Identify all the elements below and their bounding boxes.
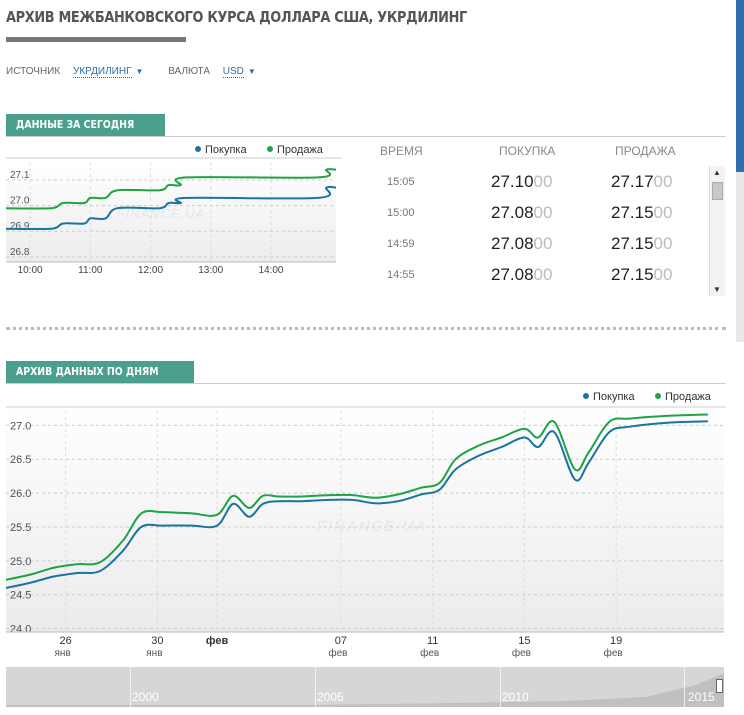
row-sell: 27.1500 <box>611 203 673 222</box>
archive-x-tick-month: янв <box>55 648 71 659</box>
source-dropdown-icon[interactable]: ▼ <box>136 67 144 76</box>
navigator-year-label: 2010 <box>502 690 529 704</box>
currency-label: ВАЛЮТА <box>168 66 210 77</box>
today-legend-marker <box>195 146 201 152</box>
table-scrollbar[interactable]: ▲ ▼ <box>709 166 725 296</box>
row-buy: 27.0800 <box>491 203 553 222</box>
archive-x-tick-month: янв <box>146 648 162 659</box>
page-title: АРХИВ МЕЖБАНКОВСКОГО КУРСА ДОЛЛАРА США, … <box>6 8 467 26</box>
col-header-time: ВРЕМЯ <box>380 144 423 158</box>
today-legend-marker <box>267 146 273 152</box>
archive-x-tick-day: 11 <box>427 635 438 647</box>
page-side-strip <box>736 0 744 172</box>
row-buy: 27.1000 <box>491 172 553 191</box>
filters-bar: ИСТОЧНИК УКРДИЛИНГ ▼ ВАЛЮТА USD ▼ <box>6 66 278 78</box>
row-time: 15:00 <box>387 207 415 219</box>
row-buy: 27.0800 <box>491 234 553 253</box>
archive-x-tick-day: 26 <box>60 635 72 647</box>
today-y-tick-label: 27.0 <box>10 196 30 207</box>
today-x-tick-label: 13:00 <box>198 265 223 276</box>
archive-x-tick-day: 19 <box>610 635 622 647</box>
today-x-tick-label: 10:00 <box>18 265 43 276</box>
navigator-year-divider <box>130 667 131 707</box>
archive-watermark: FINANCE.UA <box>317 518 428 535</box>
today-x-tick-label: 11:00 <box>78 265 103 276</box>
navigator-year-label: 2000 <box>132 690 159 704</box>
row-buy: 27.0800 <box>491 265 553 284</box>
archive-legend-marker <box>583 393 589 399</box>
today-x-tick-label: 12:00 <box>138 265 163 276</box>
archive-y-tick-label: 24.0 <box>10 624 31 636</box>
archive-x-tick-day: 30 <box>151 635 163 647</box>
today-y-tick-label: 26.9 <box>10 221 30 232</box>
archive-x-tick-day: фев <box>206 635 229 647</box>
archive-section-divider <box>6 383 726 384</box>
source-select[interactable]: УКРДИЛИНГ <box>72 66 132 78</box>
row-time: 15:05 <box>387 176 415 188</box>
archive-legend-label: Покупка <box>593 391 635 403</box>
archive-chart: 24.024.525.025.526.026.527.026янв30янвфе… <box>6 391 726 659</box>
currency-dropdown-icon[interactable]: ▼ <box>248 67 256 76</box>
row-sell: 27.1500 <box>611 265 673 284</box>
row-time: 14:59 <box>387 238 415 250</box>
col-header-sell: ПРОДАЖА <box>615 144 676 158</box>
scroll-up-icon[interactable]: ▲ <box>713 168 721 177</box>
row-time: 14:55 <box>387 269 415 281</box>
archive-x-tick-month: фев <box>420 647 439 659</box>
archive-section-title: АРХИВ ДАННЫХ ПО ДНЯМ <box>6 361 194 383</box>
archive-y-tick-label: 25.5 <box>10 522 31 534</box>
today-section-divider <box>6 136 726 137</box>
today-y-tick-label: 27.1 <box>10 170 30 181</box>
today-y-tick-label: 26.8 <box>10 247 30 258</box>
archive-y-tick-label: 27.0 <box>10 420 31 432</box>
today-x-tick-label: 14:00 <box>258 265 283 276</box>
archive-x-tick-day: 15 <box>518 635 530 647</box>
scroll-thumb[interactable] <box>712 182 723 200</box>
navigator-year-divider <box>500 667 501 707</box>
archive-x-tick-month: фев <box>512 647 531 659</box>
page-side-strip-lower <box>736 172 744 342</box>
archive-y-tick-label: 26.0 <box>10 488 31 500</box>
navigator-year-divider <box>315 667 316 707</box>
title-underline <box>6 37 186 42</box>
row-sell: 27.1700 <box>611 172 673 191</box>
archive-y-tick-label: 26.5 <box>10 454 31 466</box>
row-sell: 27.1500 <box>611 234 673 253</box>
today-chart: 26.8 26.9 27.0 27.1 10:00 11:00 12:00 13:00 14:0… <box>6 144 342 276</box>
navigator-year-label: 2005 <box>317 690 344 704</box>
navigator-handle[interactable] <box>716 679 723 693</box>
section-separator <box>6 327 726 330</box>
archive-x-tick-month: фев <box>604 647 623 659</box>
archive-x-tick-month: фев <box>328 647 347 659</box>
col-header-buy: ПОКУПКА <box>499 144 556 158</box>
scroll-down-icon[interactable]: ▼ <box>713 285 721 294</box>
archive-x-tick-day: 07 <box>335 635 347 647</box>
today-section-title: ДАННЫЕ ЗА СЕГОДНЯ <box>6 114 166 136</box>
archive-legend-marker <box>655 393 661 399</box>
archive-y-tick-label: 24.5 <box>10 590 31 602</box>
source-label: ИСТОЧНИК <box>6 66 61 77</box>
today-legend-label: Покупка <box>205 144 247 156</box>
range-navigator[interactable] <box>6 667 724 707</box>
navigator-year-divider <box>684 667 685 707</box>
today-legend-label: Продажа <box>277 144 324 156</box>
archive-legend-label: Продажа <box>665 391 712 403</box>
currency-select[interactable]: USD <box>222 66 244 78</box>
archive-y-tick-label: 25.0 <box>10 556 31 568</box>
navigator-year-label: 2015 <box>688 690 715 704</box>
navigator-sparkline <box>6 673 724 707</box>
